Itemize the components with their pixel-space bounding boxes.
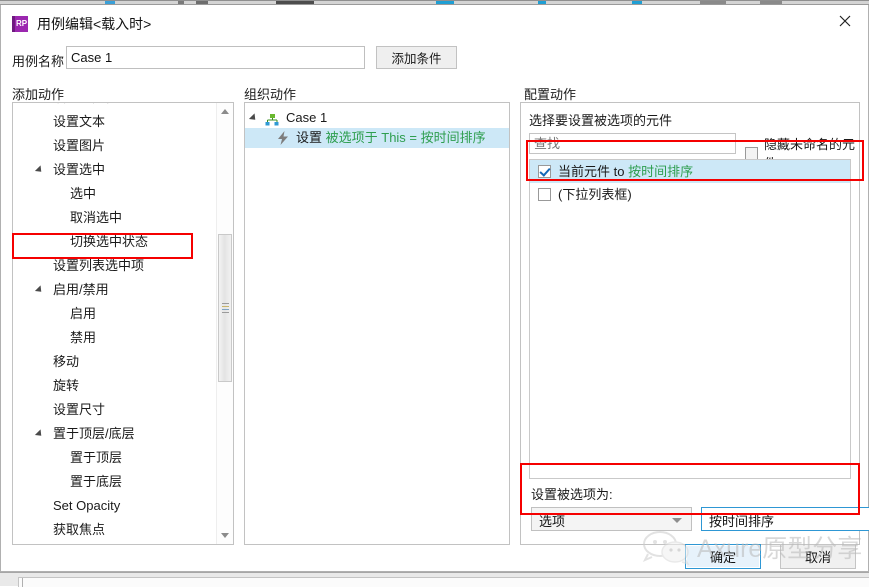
- cancel-button[interactable]: 取消: [780, 544, 856, 569]
- widget-list-item-label: (下拉列表框): [558, 187, 632, 202]
- action-tree-item[interactable]: 置于底层: [13, 470, 216, 494]
- dialog-title: 用例编辑<载入时>: [37, 15, 152, 32]
- case-name-input[interactable]: [66, 46, 365, 69]
- action-tree-item[interactable]: 置于顶层: [13, 446, 216, 470]
- dialog-footer: 确定 取消: [1, 537, 869, 569]
- action-tree-item[interactable]: 设置图片: [13, 134, 216, 158]
- action-tree-item[interactable]: 设置选中: [13, 158, 216, 182]
- expand-arrow-icon[interactable]: [34, 165, 45, 175]
- widget-list-item-checkbox[interactable]: [538, 165, 551, 178]
- action-tree-item[interactable]: 选中: [13, 182, 216, 206]
- case-node-icon: [265, 112, 279, 126]
- organize-action-row[interactable]: 设置 被选项于 This = 按时间排序: [245, 128, 509, 148]
- action-tree-item[interactable]: 置于顶层/底层: [13, 422, 216, 446]
- selection-type-dropdown[interactable]: 选项: [531, 507, 692, 531]
- organize-action-target: 被选项于 This = 按时间排序: [325, 130, 486, 145]
- action-tree-item[interactable]: Set Opacity: [13, 494, 216, 518]
- add-action-panel: 设置可见性设置文本设置图片设置选中选中取消选中切换选中状态设置列表选中项启用/禁…: [12, 102, 234, 545]
- widget-search-input[interactable]: [529, 133, 736, 154]
- action-tree-item-label: 旋转: [53, 378, 80, 393]
- action-tree-item-label: 选中: [70, 186, 97, 201]
- organize-case-label: Case 1: [286, 110, 328, 125]
- organize-action-panel: Case 1 设置 被选项于 This = 按时间排序: [244, 102, 510, 545]
- add-condition-button[interactable]: 添加条件: [376, 46, 457, 69]
- organize-case-row[interactable]: Case 1: [245, 108, 509, 128]
- action-tree-item-label: 启用/禁用: [53, 282, 109, 297]
- action-tree-item[interactable]: 切换选中状态: [13, 230, 216, 254]
- widget-list-item-checkbox[interactable]: [538, 188, 551, 201]
- close-icon[interactable]: [822, 5, 868, 36]
- action-tree-item-label: 设置图片: [53, 138, 106, 153]
- widget-list[interactable]: 当前元件 to 按时间排序 (下拉列表框): [529, 159, 851, 479]
- action-tree-scrollbar[interactable]: [216, 103, 233, 544]
- action-tree-item[interactable]: 启用/禁用: [13, 278, 216, 302]
- add-action-heading: 添加动作: [12, 87, 65, 102]
- organize-action-heading: 组织动作: [244, 87, 297, 102]
- action-tree-item-label: 启用: [70, 306, 97, 321]
- app-icon-label: RP: [15, 18, 28, 28]
- action-tree-item-label: 设置尺寸: [53, 402, 106, 417]
- scroll-up-icon[interactable]: [217, 103, 233, 120]
- action-tree-item-label: 设置列表选中项: [53, 258, 145, 273]
- action-tree-item-label: 置于顶层/底层: [53, 426, 135, 441]
- configure-action-panel: 选择要设置被选项的元件 隐藏未命名的元件 当前元件 to 按时间排序(下拉列表框…: [520, 102, 869, 545]
- case-name-label: 用例名称: [12, 54, 65, 69]
- scroll-thumb[interactable]: [218, 234, 232, 382]
- action-tree-item-label: 置于顶层: [70, 450, 123, 465]
- hide-unnamed-checkbox-box[interactable]: [745, 146, 758, 160]
- action-tree-item[interactable]: 移动: [13, 350, 216, 374]
- widget-list-item-label: 当前元件 to: [558, 164, 629, 179]
- selection-type-dropdown-value: 选项: [539, 514, 566, 529]
- action-tree-item-label: 设置文本: [53, 114, 106, 129]
- case-name-row: 用例名称 添加条件: [1, 42, 869, 78]
- action-tree-item-label: Set Opacity: [53, 498, 121, 513]
- action-tree-item[interactable]: 设置可见性: [13, 103, 216, 110]
- action-tree-item-label: 禁用: [70, 330, 97, 345]
- action-tree-item[interactable]: 禁用: [13, 326, 216, 350]
- use-case-editor-dialog: RP 用例编辑<载入时> 用例名称 添加条件 添加动作 组织动作 配置动作 设置…: [0, 5, 869, 572]
- action-tree[interactable]: 设置可见性设置文本设置图片设置选中选中取消选中切换选中状态设置列表选中项启用/禁…: [13, 103, 216, 544]
- selection-value-dropdown[interactable]: 按时间排序: [701, 507, 869, 531]
- set-selected-label: 设置被选项为:: [531, 487, 613, 502]
- ok-button[interactable]: 确定: [685, 544, 761, 569]
- configure-section-label: 选择要设置被选项的元件: [529, 113, 673, 128]
- lightning-bolt-icon: [277, 131, 289, 145]
- configure-action-heading: 配置动作: [524, 87, 577, 102]
- background-window-bottom-strip: [0, 572, 869, 587]
- action-tree-item[interactable]: 设置列表选中项: [13, 254, 216, 278]
- action-tree-item[interactable]: 设置文本: [13, 110, 216, 134]
- action-tree-item[interactable]: 取消选中: [13, 206, 216, 230]
- dialog-titlebar: RP 用例编辑<载入时>: [1, 5, 868, 42]
- expand-arrow-icon[interactable]: [34, 429, 45, 439]
- action-tree-item-label: 设置选中: [53, 162, 106, 177]
- axure-rp-icon: RP: [12, 15, 28, 32]
- selection-value-dropdown-value: 按时间排序: [709, 514, 775, 529]
- organize-action-verb: 设置: [296, 130, 323, 145]
- expand-arrow-icon[interactable]: [248, 113, 259, 123]
- widget-list-item[interactable]: (下拉列表框): [530, 183, 850, 206]
- action-tree-item[interactable]: 启用: [13, 302, 216, 326]
- action-tree-item[interactable]: 旋转: [13, 374, 216, 398]
- action-tree-item-label: 切换选中状态: [70, 234, 149, 249]
- chevron-down-icon[interactable]: [672, 518, 682, 523]
- widget-list-item[interactable]: 当前元件 to 按时间排序: [530, 160, 850, 183]
- action-tree-item-label: 取消选中: [70, 210, 123, 225]
- widget-list-item-value: 按时间排序: [628, 164, 694, 179]
- action-tree-item[interactable]: 设置尺寸: [13, 398, 216, 422]
- expand-arrow-icon[interactable]: [34, 285, 45, 295]
- action-tree-item-label: 置于底层: [70, 474, 123, 489]
- action-tree-item-label: 移动: [53, 354, 80, 369]
- action-tree-item-label: 设置可见性: [53, 103, 118, 110]
